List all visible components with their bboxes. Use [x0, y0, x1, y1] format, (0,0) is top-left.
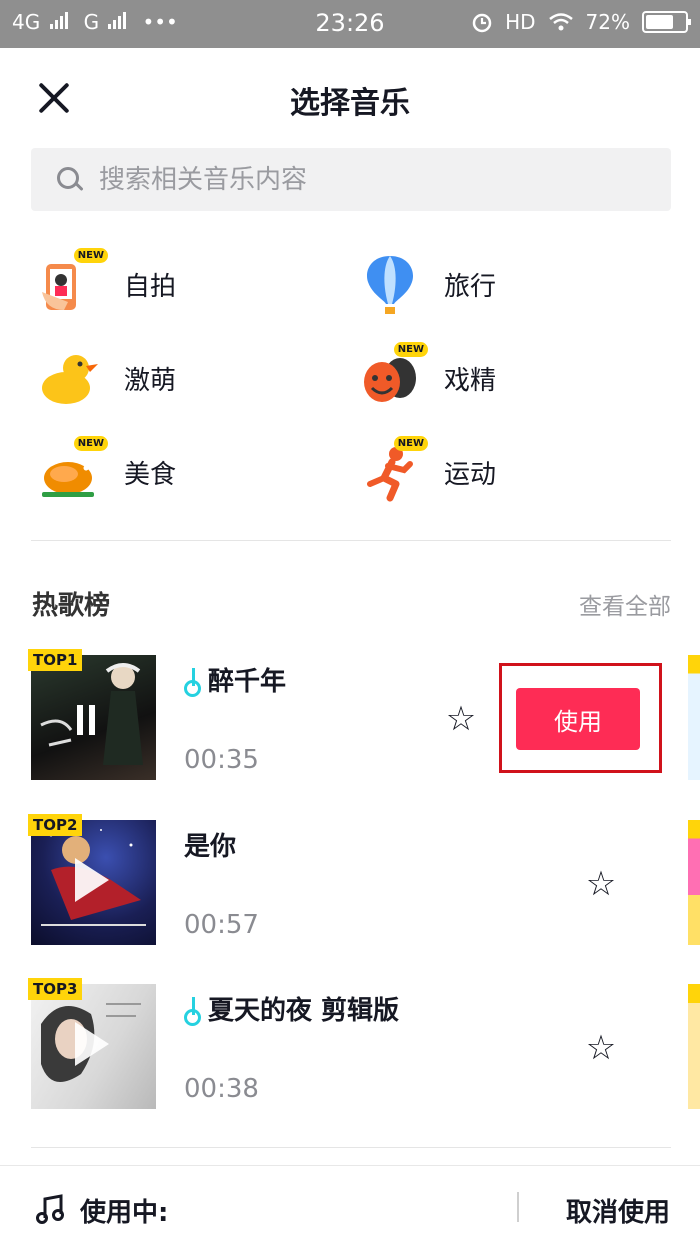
- play-icon: [75, 1022, 109, 1066]
- next-card-edge: [688, 820, 700, 945]
- new-badge: NEW: [393, 436, 428, 451]
- song-duration: 00:57: [184, 910, 259, 940]
- wifi-icon: [548, 13, 573, 31]
- category-sports[interactable]: NEW 运动: [358, 436, 497, 507]
- category-label: 美食: [124, 459, 177, 490]
- rank-tag: TOP1: [28, 649, 83, 671]
- music-note-icon: [184, 668, 202, 697]
- bottom-bar: 使用中: 取消使用: [0, 1165, 700, 1250]
- drama-mask-icon: NEW: [358, 342, 428, 410]
- separator: [517, 1192, 519, 1222]
- divider: [31, 540, 671, 541]
- song-row-2[interactable]: TOP2 是你 00:57 ☆: [0, 814, 700, 960]
- song-duration: 00:38: [184, 1074, 259, 1104]
- divider: [31, 1147, 671, 1148]
- new-badge: NEW: [73, 436, 108, 451]
- battery-percent: 72%: [585, 10, 630, 34]
- category-label: 运动: [444, 459, 497, 490]
- favorite-star-icon[interactable]: ☆: [443, 701, 479, 737]
- hd-label: HD: [505, 10, 536, 34]
- category-label: 激萌: [124, 365, 177, 396]
- song-title-text: 夏天的夜 剪辑版: [208, 996, 400, 1026]
- new-badge: NEW: [393, 342, 428, 357]
- category-selfie[interactable]: NEW 自拍: [38, 248, 177, 319]
- song-cover[interactable]: [31, 820, 156, 945]
- song-title: 夏天的夜 剪辑版: [184, 990, 399, 1027]
- favorite-star-icon[interactable]: ☆: [583, 866, 619, 902]
- category-drama[interactable]: NEW 戏精: [358, 342, 497, 413]
- search-icon: [57, 166, 83, 193]
- using-label-text: 使用中:: [80, 1198, 169, 1228]
- music-note-icon: [36, 1194, 64, 1224]
- favorite-star-icon[interactable]: ☆: [583, 1030, 619, 1066]
- next-card-edge: [688, 984, 700, 1109]
- search-bar[interactable]: [31, 148, 671, 211]
- battery-icon: [642, 11, 691, 33]
- balloon-icon: [358, 252, 422, 316]
- category-label: 自拍: [124, 271, 177, 302]
- using-label: 使用中:: [80, 1192, 168, 1229]
- play-icon: [75, 858, 109, 902]
- roast-chicken-icon: NEW: [38, 436, 108, 504]
- song-title-text: 醉千年: [208, 667, 287, 697]
- song-cover[interactable]: [31, 655, 156, 780]
- song-duration: 00:35: [184, 745, 259, 775]
- category-label: 旅行: [444, 271, 497, 302]
- category-travel[interactable]: 旅行: [358, 249, 496, 319]
- rank-tag: TOP2: [28, 814, 83, 836]
- next-card-edge: [688, 655, 700, 780]
- new-badge: NEW: [73, 248, 108, 263]
- song-row-3[interactable]: TOP3 夏天的夜 剪辑版 00:38 ☆: [0, 978, 700, 1124]
- music-note-icon: [184, 997, 202, 1026]
- song-row-1[interactable]: TOP1 醉千年 00:35 ☆ 使用: [0, 649, 700, 795]
- song-title: 醉千年: [184, 661, 286, 698]
- song-title: 是你: [184, 832, 237, 862]
- section-title: 热歌榜: [32, 591, 111, 621]
- song-cover[interactable]: [31, 984, 156, 1109]
- alarm-icon: [472, 13, 492, 33]
- see-all-link[interactable]: 查看全部: [579, 587, 671, 621]
- category-label: 戏精: [444, 365, 497, 396]
- status-right: HD 72%: [471, 10, 691, 34]
- runner-icon: NEW: [358, 436, 428, 504]
- use-button-highlight: 使用: [499, 663, 662, 773]
- battery-fill: [646, 15, 674, 29]
- status-bar: 4G G ••• 23:26 HD 72%: [0, 0, 700, 48]
- category-food[interactable]: NEW 美食: [38, 436, 177, 507]
- header: 选择音乐: [0, 48, 700, 148]
- selfie-icon: NEW: [38, 248, 108, 316]
- cancel-use-button[interactable]: 取消使用: [566, 1192, 670, 1229]
- search-input[interactable]: [99, 164, 619, 195]
- page-title: 选择音乐: [290, 86, 410, 121]
- duck-icon: [38, 346, 102, 410]
- rank-tag: TOP3: [28, 978, 83, 1000]
- use-button[interactable]: 使用: [516, 688, 640, 750]
- category-cute[interactable]: 激萌: [38, 343, 176, 413]
